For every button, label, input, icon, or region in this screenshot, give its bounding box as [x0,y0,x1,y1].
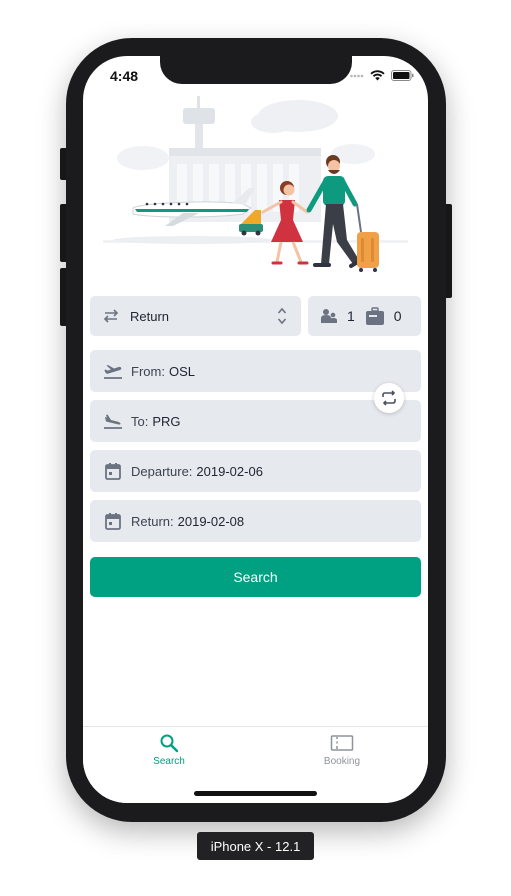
luggage-icon [365,306,384,325]
tab-search-label: Search [153,756,185,767]
bags-count: 0 [393,308,402,324]
device-label: iPhone X - 12.1 [197,832,314,860]
home-indicator [194,791,317,796]
search-icon [160,734,179,753]
notch [160,56,352,84]
swap-arrows-icon [103,309,119,323]
status-time: 4:48 [110,68,139,84]
from-label: From: [131,363,165,379]
to-field[interactable]: To: PRG [90,400,421,442]
takeoff-icon [104,365,122,379]
trip-type-value: Return [130,308,170,324]
signal-icon [350,74,364,77]
status-icons [350,70,414,81]
landing-icon [104,414,122,429]
passengers-bags-button[interactable]: 1 0 [308,296,421,336]
to-label: To: [131,413,149,429]
departure-label: Departure: [131,463,193,479]
app-screen: 4:48 Return 1 0 From: OSL To: PRG Depart… [83,56,428,803]
calendar-icon [105,513,121,530]
adults-count: 1 [347,308,355,324]
departure-date-field[interactable]: Departure: 2019-02-06 [90,450,421,492]
tab-booking[interactable]: Booking [297,733,387,767]
travel-illustration [103,96,408,272]
return-label: Return: [131,513,174,529]
search-button[interactable]: Search [90,557,421,597]
swap-icon [382,390,396,406]
from-value: OSL [168,363,195,379]
chevron-updown-icon [277,307,287,325]
trip-type-select[interactable]: Return [90,296,301,336]
battery-icon [391,70,414,81]
return-date-field[interactable]: Return: 2019-02-08 [90,500,421,542]
departure-value: 2019-02-06 [196,463,263,479]
wifi-icon [370,70,385,81]
ticket-icon [330,735,354,751]
from-field[interactable]: From: OSL [90,350,421,392]
swap-locations-button[interactable] [374,383,404,413]
return-value: 2019-02-08 [177,513,245,529]
tab-booking-label: Booking [323,756,361,767]
calendar-icon [105,463,121,480]
passengers-icon [321,309,337,323]
to-value: PRG [152,413,181,429]
tab-search[interactable]: Search [124,733,214,767]
